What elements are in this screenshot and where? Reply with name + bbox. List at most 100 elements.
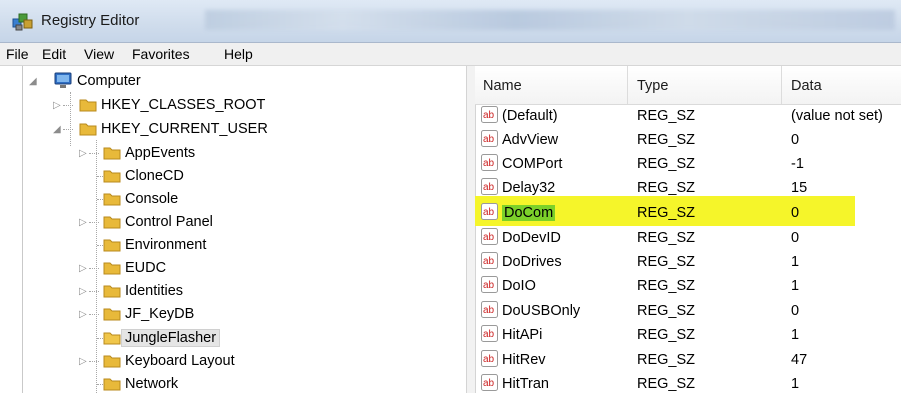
tree-label: HKEY_CLASSES_ROOT (101, 97, 266, 113)
menu-file[interactable]: File (6, 46, 29, 62)
table-row[interactable]: ab DoDrives REG_SZ 1 (475, 250, 901, 274)
list-header: Name Type Data (475, 66, 901, 105)
value-data: 0 (791, 205, 800, 221)
tree-guide (89, 314, 99, 315)
menu-view[interactable]: View (84, 46, 114, 62)
folder-icon (103, 147, 121, 160)
menu-edit[interactable]: Edit (42, 46, 66, 62)
registry-tree[interactable]: ◢ Computer ▷ HKEY_CLASSES_ROOT ◢ HKEY_CU… (22, 66, 467, 393)
tree-node-computer[interactable]: ◢ Computer (29, 70, 229, 92)
value-name: (Default) (502, 108, 558, 124)
value-data: 15 (791, 180, 808, 196)
table-row[interactable]: ab HitTran REG_SZ 1 (475, 372, 901, 393)
ab-string-value-icon: ab (481, 325, 498, 342)
tree-node-identities[interactable]: ▷ Identities (79, 280, 279, 302)
menu-favorites[interactable]: Favorites (132, 46, 190, 62)
svg-text:ab: ab (483, 110, 495, 121)
expanded-arrow-icon[interactable]: ◢ (53, 124, 61, 135)
value-data: 0 (791, 132, 800, 148)
table-row[interactable]: ab Delay32 REG_SZ 15 (475, 176, 901, 200)
value-name: DoUSBOnly (502, 303, 581, 319)
column-separator[interactable] (627, 66, 628, 104)
ab-string-value-icon: ab (481, 228, 498, 245)
computer-icon (54, 72, 72, 88)
value-data: 0 (791, 230, 800, 246)
ab-string-value-icon: ab (481, 276, 498, 293)
values-list[interactable]: Name Type Data ab (Default) REG_SZ (value n… (475, 66, 901, 393)
collapsed-arrow-icon[interactable]: ▷ (79, 356, 87, 367)
tree-guide (89, 361, 99, 362)
value-name: DoIO (502, 278, 536, 294)
tree-node-hkey-current-user[interactable]: ◢ HKEY_CURRENT_USER (53, 118, 313, 140)
folder-icon (103, 262, 121, 275)
value-type: REG_SZ (637, 156, 696, 172)
tree-label: Console (125, 191, 179, 207)
table-row[interactable]: ab DoDevID REG_SZ 0 (475, 226, 901, 250)
folder-icon (103, 285, 121, 298)
folder-icon (103, 355, 121, 368)
value-name: AdvView (502, 132, 559, 148)
tree-label: Control Panel (125, 214, 213, 230)
value-type: REG_SZ (637, 230, 696, 246)
tree-node-jungleflasher[interactable]: JungleFlasher (79, 327, 279, 349)
svg-text:ab: ab (483, 232, 495, 243)
registry-editor-icon (12, 13, 33, 31)
svg-text:ab: ab (483, 280, 495, 291)
window-title: Registry Editor (41, 12, 140, 29)
value-data: 1 (791, 376, 800, 392)
ab-string-value-icon: ab (481, 374, 498, 391)
value-type: REG_SZ (637, 352, 696, 368)
tree-node-keyboard-layout[interactable]: ▷ Keyboard Layout (79, 350, 299, 372)
collapsed-arrow-icon[interactable]: ▷ (79, 309, 87, 320)
tree-node-eudc[interactable]: ▷ EUDC (79, 257, 279, 279)
folder-icon (103, 378, 121, 391)
table-row[interactable]: ab HitAPi REG_SZ 1 (475, 323, 901, 347)
collapsed-arrow-icon[interactable]: ▷ (53, 100, 61, 111)
column-separator[interactable] (781, 66, 782, 104)
table-row[interactable]: ab DoIO REG_SZ 1 (475, 274, 901, 298)
collapsed-arrow-icon[interactable]: ▷ (79, 217, 87, 228)
tree-node-clonecd[interactable]: CloneCD (79, 165, 279, 187)
value-type: REG_SZ (637, 180, 696, 196)
table-row[interactable]: ab (Default) REG_SZ (value not set) (475, 104, 901, 128)
tree-label: AppEvents (125, 145, 196, 161)
folder-icon (103, 239, 121, 252)
ab-string-value-icon: ab (481, 350, 498, 367)
expanded-arrow-icon[interactable]: ◢ (29, 76, 37, 87)
value-name: COMPort (502, 156, 563, 172)
menu-help[interactable]: Help (224, 46, 253, 62)
tree-label: Identities (125, 283, 184, 299)
tree-node-network[interactable]: Network (79, 373, 279, 393)
column-header-type[interactable]: Type (637, 78, 668, 94)
collapsed-arrow-icon[interactable]: ▷ (79, 263, 87, 274)
value-data: 47 (791, 352, 808, 368)
table-row[interactable]: ab DoUSBOnly REG_SZ 0 (475, 299, 901, 323)
tree-guide (89, 291, 99, 292)
value-data: 0 (791, 303, 800, 319)
ab-string-value-icon: ab (481, 301, 498, 318)
column-header-data[interactable]: Data (791, 78, 822, 94)
tree-guide (89, 153, 99, 154)
folder-icon (103, 170, 121, 183)
tree-node-hkey-classes-root[interactable]: ▷ HKEY_CLASSES_ROOT (53, 94, 313, 116)
column-header-name[interactable]: Name (483, 78, 522, 94)
table-row[interactable]: ab COMPort REG_SZ -1 (475, 152, 901, 176)
collapsed-arrow-icon[interactable]: ▷ (79, 148, 87, 159)
table-row[interactable]: ab HitRev REG_SZ 47 (475, 348, 901, 372)
svg-text:ab: ab (483, 207, 495, 218)
tree-node-appevents[interactable]: ▷ AppEvents (79, 142, 279, 164)
svg-text:ab: ab (483, 134, 495, 145)
tree-node-environment[interactable]: Environment (79, 234, 299, 256)
table-row[interactable]: ab DoCom REG_SZ 0 (475, 201, 901, 225)
tree-node-control-panel[interactable]: ▷ Control Panel (79, 211, 299, 233)
tree-guide (89, 222, 99, 223)
value-type: REG_SZ (637, 108, 696, 124)
tree-node-jf-keydb[interactable]: ▷ JF_KeyDB (79, 303, 279, 325)
tree-node-console[interactable]: Console (79, 188, 279, 210)
table-row[interactable]: ab AdvView REG_SZ 0 (475, 128, 901, 152)
value-type: REG_SZ (637, 327, 696, 343)
value-name: DoDrives (502, 254, 562, 270)
folder-icon (103, 193, 121, 206)
collapsed-arrow-icon[interactable]: ▷ (79, 286, 87, 297)
value-name: Delay32 (502, 180, 556, 196)
